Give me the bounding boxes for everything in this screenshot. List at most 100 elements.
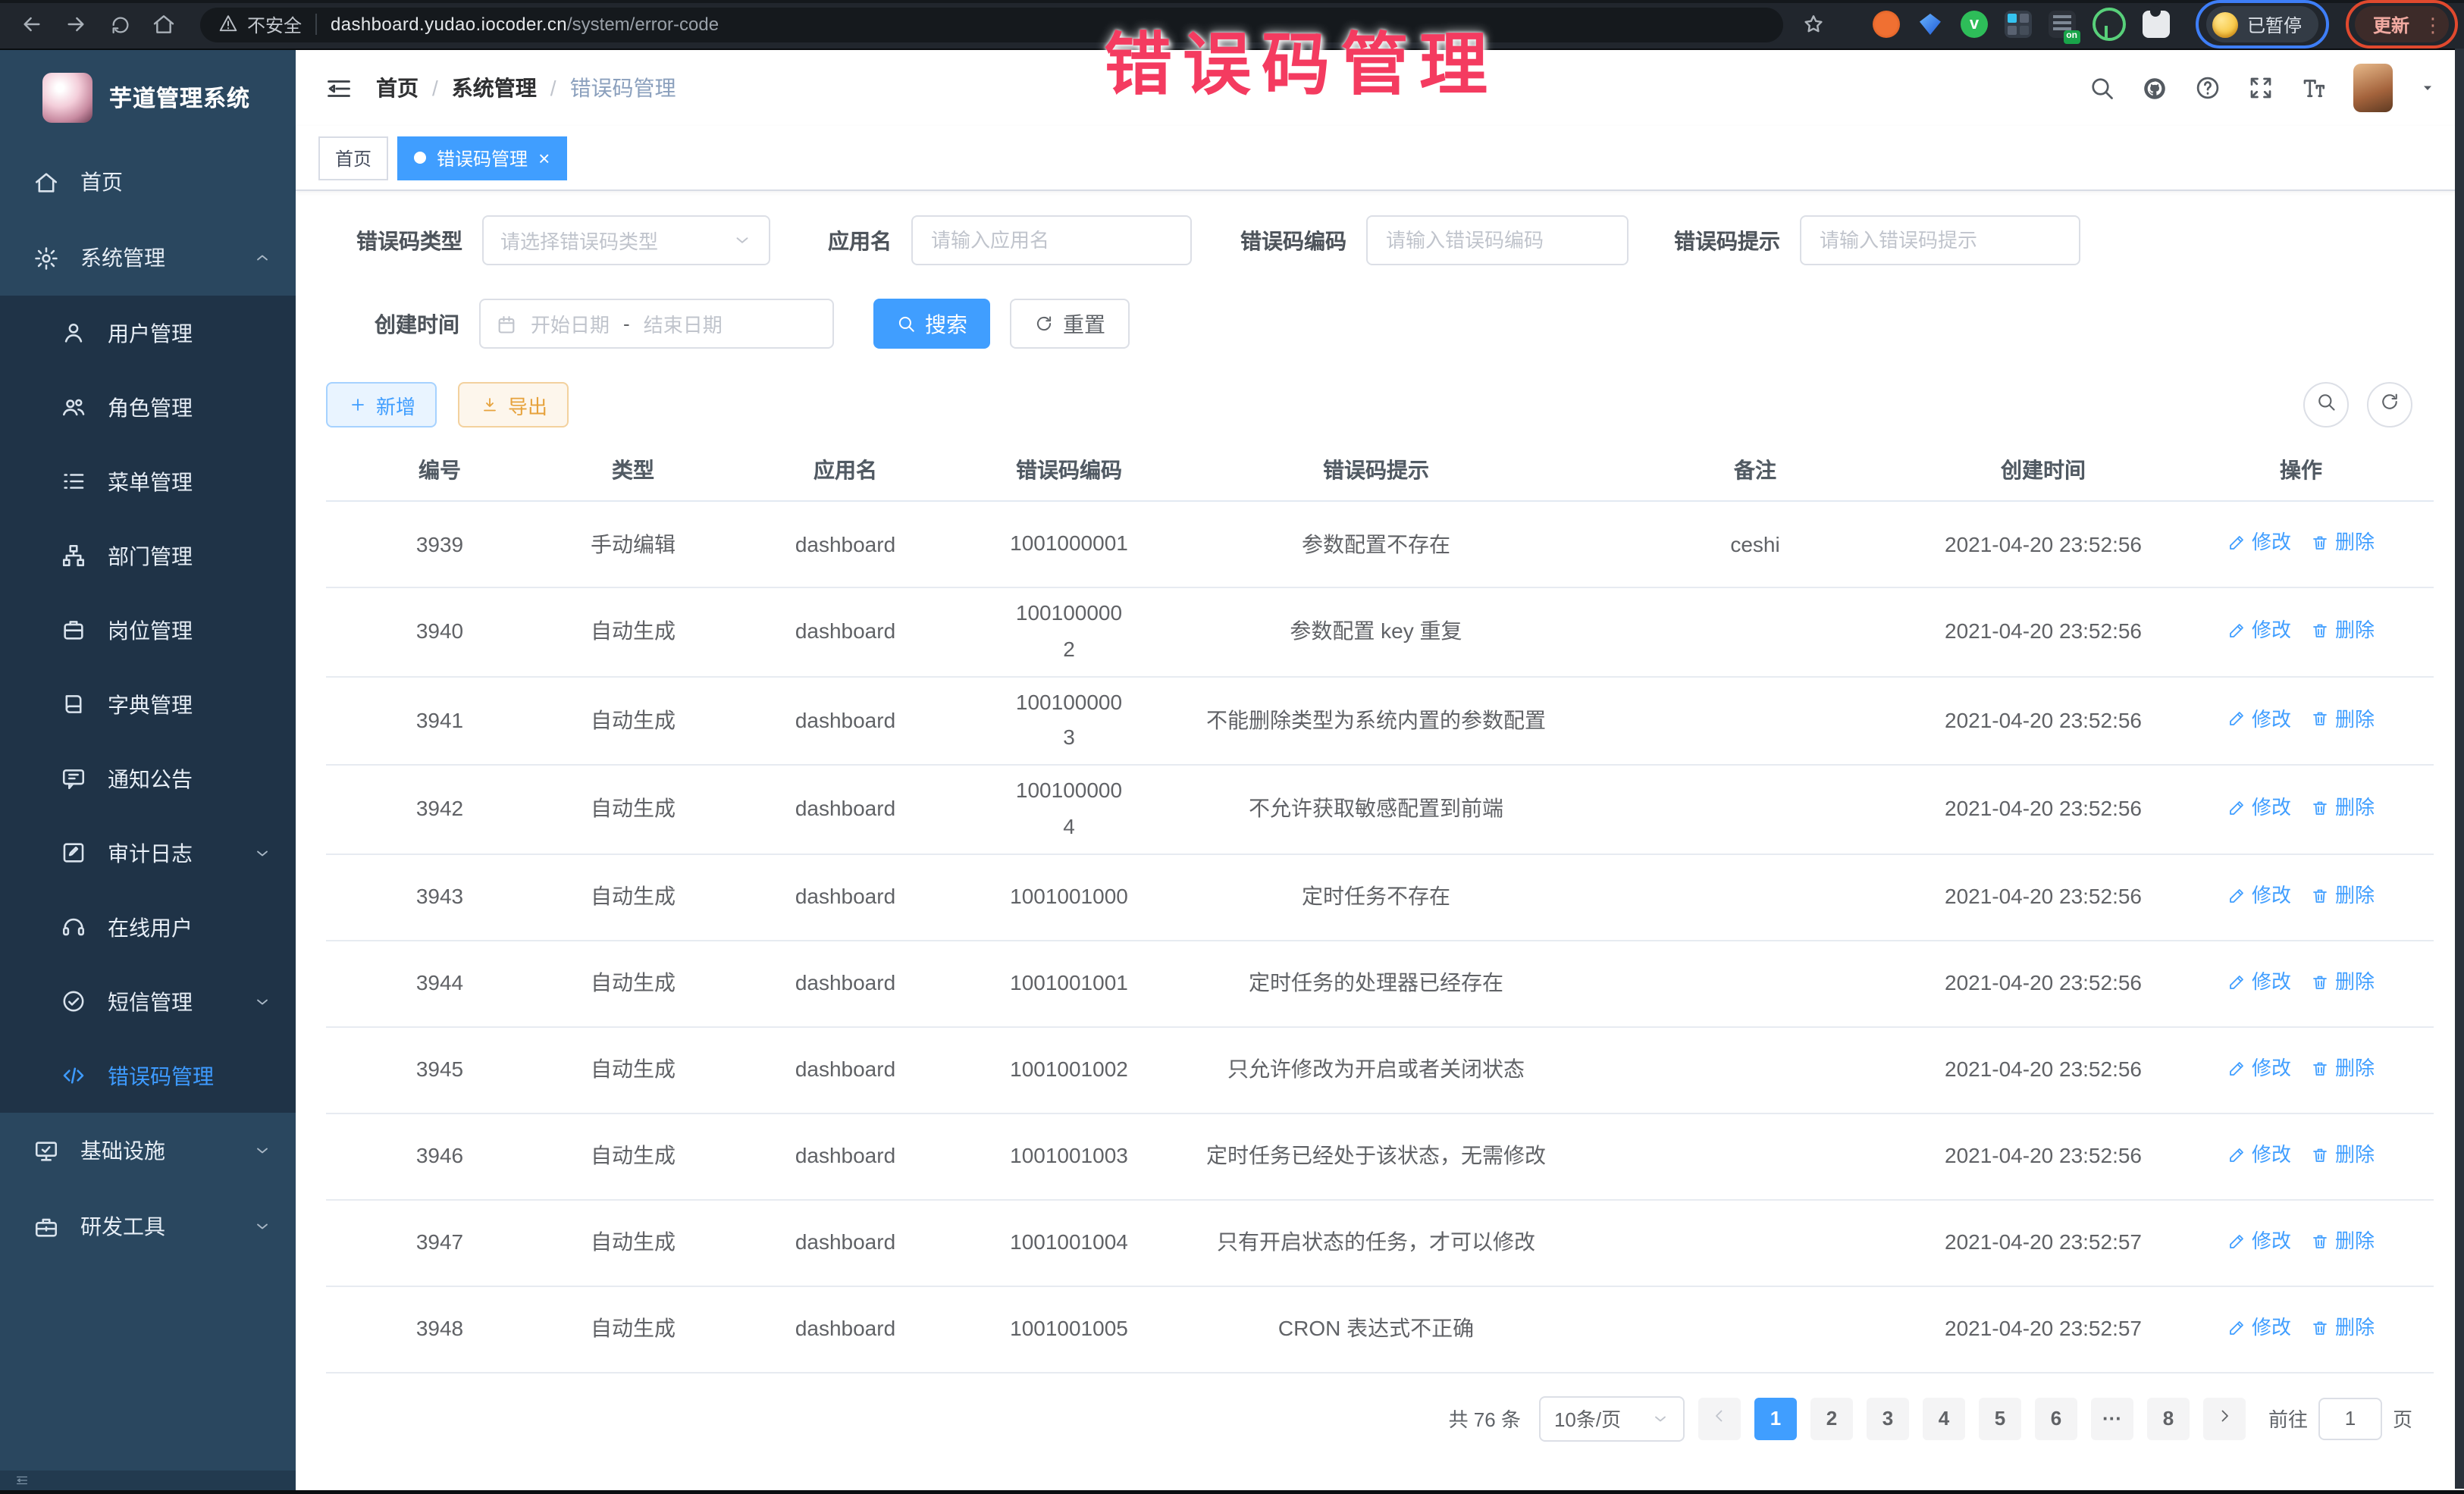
sidebar-item-label: 通知公告	[108, 763, 271, 794]
delete-link[interactable]: 删除	[2311, 967, 2375, 997]
page-ellipsis[interactable]: ···	[2091, 1398, 2133, 1440]
fullscreen-icon[interactable]	[2247, 74, 2274, 102]
cell-id: 3947	[326, 1227, 553, 1259]
date-range-picker[interactable]: 开始日期 - 结束日期	[479, 299, 834, 349]
delete-link[interactable]: 删除	[2311, 881, 2375, 910]
cell-app: dashboard	[713, 1314, 978, 1345]
app-name-input[interactable]	[911, 215, 1192, 265]
export-button[interactable]: 导出	[458, 382, 569, 428]
page-button-5[interactable]: 5	[1979, 1398, 2021, 1440]
delete-link[interactable]: 删除	[2311, 793, 2375, 822]
delete-link[interactable]: 删除	[2311, 704, 2375, 734]
edit-link[interactable]: 修改	[2227, 704, 2291, 734]
tab-error-code[interactable]: 错误码管理 ×	[397, 136, 566, 180]
font-size-icon[interactable]	[2300, 74, 2328, 102]
edit-link[interactable]: 修改	[2227, 967, 2291, 997]
sidebar-item-在线用户[interactable]: 在线用户	[0, 890, 296, 964]
sidebar-item-错误码管理[interactable]: 错误码管理	[0, 1038, 296, 1113]
forward-icon[interactable]	[59, 8, 92, 41]
user-avatar[interactable]	[2353, 64, 2393, 112]
breadcrumb-home[interactable]: 首页	[376, 73, 419, 103]
delete-link[interactable]: 删除	[2311, 1140, 2375, 1170]
cell-app: dashboard	[713, 1227, 978, 1259]
sidebar-item-基础设施[interactable]: 基础设施	[0, 1113, 296, 1189]
sidebar-item-首页[interactable]: 首页	[0, 144, 296, 220]
edit-link[interactable]: 修改	[2227, 1226, 2291, 1256]
browser-menu-icon[interactable]: ⋮	[2423, 14, 2443, 34]
fold-menu-icon[interactable]	[323, 73, 353, 103]
hide-search-button[interactable]	[2303, 382, 2349, 428]
sidebar-item-角色管理[interactable]: 角色管理	[0, 370, 296, 444]
refresh-button[interactable]	[2367, 382, 2412, 428]
home-nav-icon[interactable]	[147, 8, 180, 41]
address-bar[interactable]: 不安全 dashboard.yudao.iocoder.cn/system/er…	[200, 7, 1783, 42]
page-button-4[interactable]: 4	[1923, 1398, 1965, 1440]
delete-link[interactable]: 删除	[2311, 615, 2375, 645]
puzzle-extension-icon[interactable]	[2143, 11, 2170, 38]
window-scrollbar[interactable]	[2455, 49, 2464, 1489]
profile-chip[interactable]: 已暂停	[2206, 6, 2318, 42]
delete-link[interactable]: 删除	[2311, 528, 2375, 557]
help-icon[interactable]	[2194, 74, 2221, 102]
extension-icon[interactable]: v	[1961, 11, 1988, 38]
extension-icon[interactable]	[1873, 11, 1900, 38]
page-button-1[interactable]: 1	[1754, 1398, 1797, 1440]
content: 错误码类型 请选择错误码类型 应用名 错误码编码 错误码提示 创建时间	[296, 191, 2464, 1490]
edit-link[interactable]: 修改	[2227, 1313, 2291, 1342]
cell-msg: CRON 表达式不正确	[1160, 1314, 1592, 1345]
chevron-down-icon[interactable]	[2419, 79, 2437, 97]
sidebar-item-部门管理[interactable]: 部门管理	[0, 518, 296, 593]
sidebar-item-审计日志[interactable]: 审计日志	[0, 816, 296, 890]
cell-ops: 修改删除	[2168, 528, 2434, 561]
home-icon	[33, 169, 59, 195]
delete-link[interactable]: 删除	[2311, 1313, 2375, 1342]
next-page-button[interactable]	[2203, 1398, 2246, 1440]
page-button-2[interactable]: 2	[1810, 1398, 1853, 1440]
edit-link[interactable]: 修改	[2227, 1054, 2291, 1083]
error-msg-input[interactable]	[1800, 215, 2080, 265]
extension-icon[interactable]: on	[2049, 11, 2076, 38]
sidebar-item-用户管理[interactable]: 用户管理	[0, 296, 296, 370]
sidebar-item-字典管理[interactable]: 字典管理	[0, 667, 296, 741]
sidebar-item-岗位管理[interactable]: 岗位管理	[0, 593, 296, 667]
extension-icon[interactable]	[1917, 11, 1944, 38]
error-code-input[interactable]	[1366, 215, 1629, 265]
delete-link[interactable]: 删除	[2311, 1054, 2375, 1083]
page-button-6[interactable]: 6	[2035, 1398, 2077, 1440]
sidebar-item-研发工具[interactable]: 研发工具	[0, 1189, 296, 1264]
search-button[interactable]: 搜索	[873, 299, 990, 349]
back-icon[interactable]	[15, 8, 49, 41]
sidebar-item-通知公告[interactable]: 通知公告	[0, 741, 296, 816]
reset-button[interactable]: 重置	[1010, 299, 1130, 349]
sidebar-item-菜单管理[interactable]: 菜单管理	[0, 444, 296, 518]
sidebar-item-系统管理[interactable]: 系统管理	[0, 220, 296, 296]
breadcrumb-system[interactable]: 系统管理	[452, 73, 537, 103]
goto-page-input[interactable]	[2318, 1398, 2382, 1440]
page-button-8[interactable]: 8	[2147, 1398, 2190, 1440]
cell-msg: 参数配置 key 重复	[1160, 616, 1592, 648]
close-icon[interactable]: ×	[538, 148, 550, 168]
edit-link[interactable]: 修改	[2227, 793, 2291, 822]
extension-icon[interactable]	[2005, 11, 2032, 38]
tab-home[interactable]: 首页	[318, 136, 388, 180]
sidebar-collapse-bar[interactable]	[0, 1471, 296, 1490]
edit-link[interactable]: 修改	[2227, 881, 2291, 910]
sidebar-item-短信管理[interactable]: 短信管理	[0, 964, 296, 1038]
page-size-select[interactable]: 10条/页	[1539, 1396, 1685, 1442]
reload-icon[interactable]	[103, 8, 136, 41]
bookmark-star-icon[interactable]	[1801, 11, 1827, 37]
search-icon[interactable]	[2088, 74, 2115, 102]
error-type-select[interactable]: 请选择错误码类型	[482, 215, 770, 265]
cell-msg: 只有开启状态的任务，才可以修改	[1160, 1227, 1592, 1259]
delete-link[interactable]: 删除	[2311, 1226, 2375, 1256]
edit-link[interactable]: 修改	[2227, 1140, 2291, 1170]
col-remark: 备注	[1592, 454, 1918, 486]
page-button-3[interactable]: 3	[1867, 1398, 1909, 1440]
prev-page-button[interactable]	[1698, 1398, 1741, 1440]
edit-link[interactable]: 修改	[2227, 528, 2291, 557]
edit-link[interactable]: 修改	[2227, 615, 2291, 645]
extension-icon[interactable]	[2093, 8, 2126, 41]
add-button[interactable]: 新增	[326, 382, 437, 428]
update-chip[interactable]: 更新 ⋮	[2355, 6, 2449, 42]
github-icon[interactable]	[2141, 74, 2168, 102]
